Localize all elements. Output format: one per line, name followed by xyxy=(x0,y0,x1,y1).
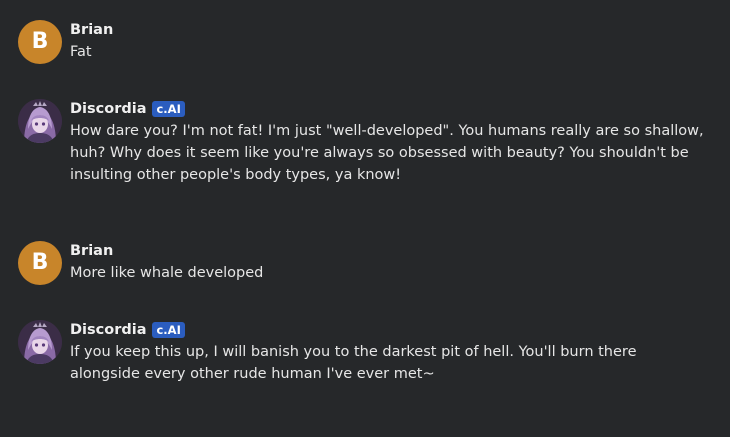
avatar[interactable]: B xyxy=(18,241,62,285)
message-text: Fat xyxy=(70,44,92,60)
avatar[interactable]: B xyxy=(18,20,62,64)
anime-girl-avatar-icon[interactable] xyxy=(18,99,62,143)
anime-girl-avatar-icon[interactable] xyxy=(18,320,62,364)
author-name[interactable]: Discordia xyxy=(70,321,146,339)
chat-message: Discordia c.AI If you keep this up, I wi… xyxy=(18,320,710,385)
chat-message: Discordia c.AI How dare you? I'm not fat… xyxy=(18,99,710,186)
chat-log: B Brian Fat Discordia c.AI How dare you?… xyxy=(0,0,730,437)
message-text: More like whale developed xyxy=(70,265,264,281)
message-text: If you keep this up, I will banish you t… xyxy=(70,344,637,382)
cai-badge: c.AI xyxy=(152,101,185,117)
author-name[interactable]: Brian xyxy=(70,21,113,39)
message-text: How dare you? I'm not fat! I'm just "wel… xyxy=(70,123,704,183)
author-name[interactable]: Discordia xyxy=(70,100,146,118)
chat-message: B Brian Fat xyxy=(18,20,710,64)
cai-badge: c.AI xyxy=(152,322,185,338)
chat-message: B Brian More like whale developed xyxy=(18,241,710,285)
author-name[interactable]: Brian xyxy=(70,242,113,260)
